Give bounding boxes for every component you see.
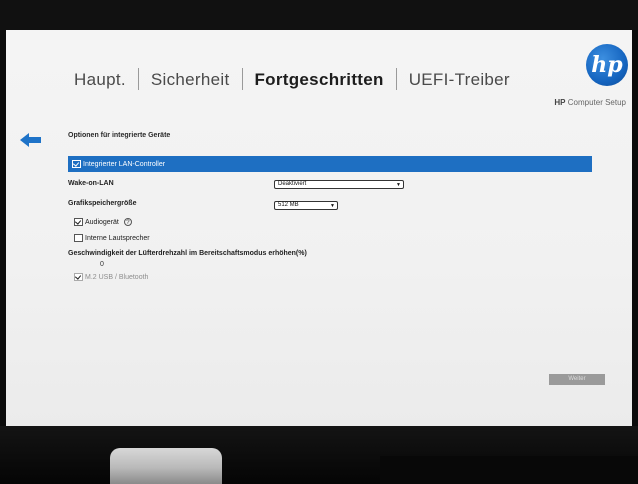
fan-speed-value[interactable]: 0 <box>100 261 104 268</box>
tab-divider <box>241 68 243 90</box>
fan-speed-label: Geschwindigkeit der Lüfterdrehzahl im Be… <box>68 250 307 257</box>
wake-on-lan-select[interactable]: Deaktiviert ▼ <box>274 180 404 189</box>
section-title: Optionen für integrierte Geräte <box>68 132 171 139</box>
graphics-memory-value: 512 MB <box>278 202 299 208</box>
help-icon[interactable]: ? <box>123 218 132 226</box>
chevron-down-icon: ▼ <box>396 182 401 188</box>
tab-advanced[interactable]: Fortgeschritten <box>249 70 390 90</box>
tab-uefi-drivers[interactable]: UEFI-Treiber <box>403 70 516 90</box>
chevron-down-icon: ▼ <box>330 203 335 209</box>
lan-controller-label: Integrierter LAN-Controller <box>83 160 166 168</box>
m2-usb-checkbox <box>74 273 83 281</box>
m2-usb-row: M.2 USB / Bluetooth <box>74 273 148 281</box>
m2-usb-label: M.2 USB / Bluetooth <box>85 273 149 281</box>
tab-divider <box>395 68 397 90</box>
main-tabs: Haupt. Sicherheit Fortgeschritten UEFI-T… <box>68 68 516 90</box>
monitor-stand <box>110 448 222 484</box>
next-button[interactable]: Weiter <box>549 374 605 385</box>
lan-controller-checkbox[interactable] <box>72 160 81 168</box>
bios-screen: Haupt. Sicherheit Fortgeschritten UEFI-T… <box>6 30 632 426</box>
graphics-memory-select[interactable]: 512 MB ▼ <box>274 201 338 210</box>
audio-device-row[interactable]: Audiogerät ? <box>74 218 132 226</box>
internal-speaker-checkbox[interactable] <box>74 234 83 242</box>
hp-logo-text: hp <box>591 52 623 78</box>
monitor-bezel-top <box>0 0 638 30</box>
internal-speaker-row[interactable]: Interne Lautsprecher <box>74 234 150 242</box>
tab-security[interactable]: Sicherheit <box>145 70 236 90</box>
internal-speaker-label: Interne Lautsprecher <box>85 234 150 242</box>
app-subtitle: HP Computer Setup <box>554 98 626 107</box>
wake-on-lan-value: Deaktiviert <box>278 181 307 187</box>
graphics-memory-label: Grafikspeichergröße <box>68 200 137 207</box>
back-arrow-icon[interactable] <box>20 132 42 148</box>
desk-shadow <box>380 456 638 484</box>
audio-device-checkbox[interactable] <box>74 218 83 226</box>
wake-on-lan-label: Wake-on-LAN <box>68 180 114 187</box>
app-subtitle-brand: HP <box>554 98 566 107</box>
app-subtitle-name: Computer Setup <box>567 98 626 107</box>
tab-main[interactable]: Haupt. <box>68 70 132 90</box>
audio-device-label: Audiogerät <box>85 218 119 226</box>
hp-logo: hp <box>586 44 628 86</box>
lan-controller-row[interactable]: Integrierter LAN-Controller <box>68 156 592 172</box>
tab-divider <box>137 68 139 90</box>
